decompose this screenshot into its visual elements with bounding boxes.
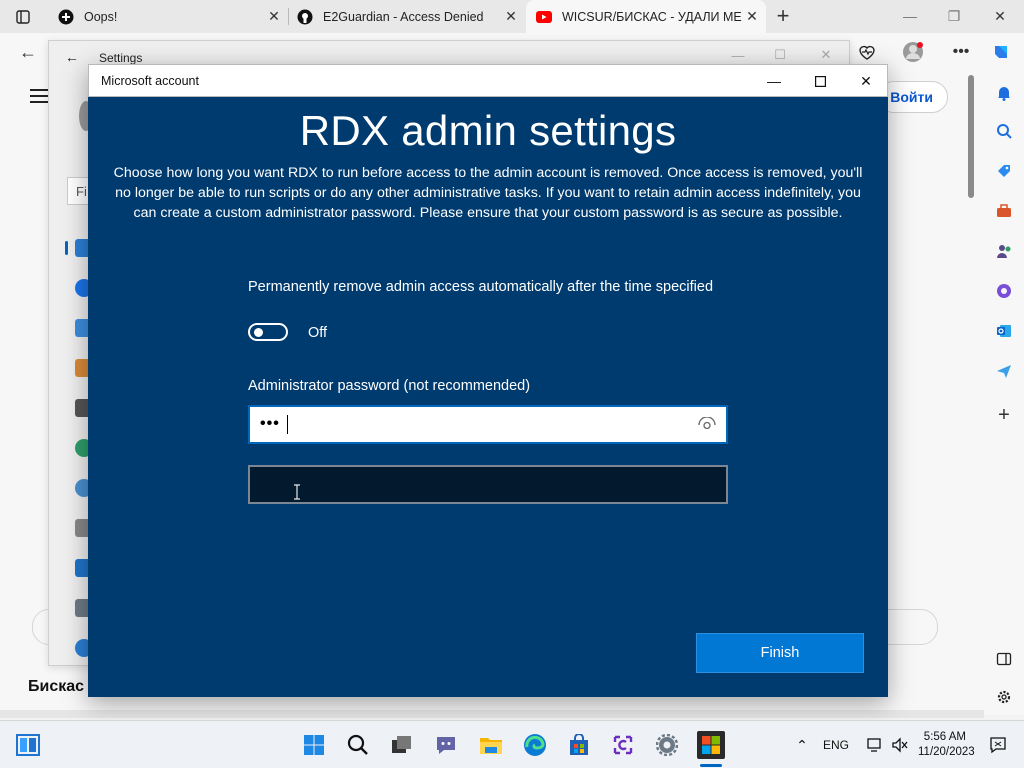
toggle-knob [254, 328, 263, 337]
taskbar-clock[interactable]: 5:56 AM 11/20/2023 [918, 730, 975, 760]
language-indicator[interactable]: ENG [823, 738, 849, 752]
minimize-button[interactable]: — [896, 5, 924, 27]
settings-maximize-button[interactable]: ☐ [765, 44, 795, 66]
microsoft-account-dialog: Microsoft account — ✕ RDX admin settings… [88, 64, 888, 697]
page-scrollbar[interactable] [968, 75, 974, 198]
sign-in-button[interactable]: Войти [878, 81, 948, 113]
back-button[interactable]: ← [13, 37, 43, 67]
dialog-titlebar: Microsoft account — ✕ [88, 64, 888, 97]
settings-icon[interactable] [653, 731, 681, 759]
show-hidden-icons-icon[interactable]: ⌃ [788, 731, 816, 759]
tab-close-icon[interactable]: ✕ [266, 8, 282, 24]
copilot-icon[interactable] [986, 37, 1016, 67]
tab-title: E2Guardian - Access Denied [323, 9, 484, 24]
new-tab-button[interactable]: + [772, 3, 794, 28]
tools-icon[interactable] [992, 199, 1016, 223]
profile-avatar[interactable] [898, 37, 928, 67]
settings-back-button[interactable]: ← [65, 49, 79, 65]
tab-close-icon[interactable]: ✕ [744, 8, 760, 24]
confirm-password-input[interactable] [248, 465, 728, 504]
close-window-button[interactable]: ✕ [986, 5, 1014, 27]
clock-date: 11/20/2023 [918, 746, 975, 758]
youtube-icon [536, 10, 552, 23]
start-icon[interactable] [300, 731, 328, 759]
toggle-state-text: Off [308, 325, 328, 341]
settings-search-text: Fi [76, 184, 87, 199]
sidebar-settings-icon[interactable] [992, 685, 1016, 709]
tab-actions-icon[interactable] [10, 6, 36, 28]
more-menu-icon[interactable]: ••• [946, 37, 976, 67]
settings-close-button[interactable]: ✕ [811, 44, 841, 66]
taskbar: ⌃ ENG 5:56 AM 11/20/2023 [0, 720, 1024, 768]
tab-strip: Oops! ✕ E2Guardian - Access Denied ✕ WIC… [0, 0, 1024, 33]
microsoft-icon[interactable] [697, 731, 725, 759]
github-icon [297, 9, 313, 25]
password-masked-value: ••• [260, 415, 280, 432]
task-view-icon[interactable] [388, 731, 416, 759]
tab-title: WICSUR/БИСКАС - УДАЛИ МЕН [562, 9, 742, 24]
restore-button[interactable]: ❐ [940, 5, 968, 27]
notification-center-icon[interactable] [984, 731, 1012, 759]
edge-icon[interactable] [521, 731, 549, 759]
search-icon[interactable] [344, 731, 372, 759]
tab-title: Oops! [84, 9, 118, 24]
clock-time: 5:56 AM [923, 731, 966, 743]
tab-favicon-icon [58, 9, 74, 25]
outlook-icon[interactable] [992, 319, 1016, 343]
hamburger-menu-icon[interactable] [30, 89, 48, 103]
teams-chat-icon[interactable] [432, 731, 460, 759]
tab-e2guardian[interactable]: E2Guardian - Access Denied ✕ [289, 0, 525, 33]
widgets-icon[interactable] [14, 731, 42, 759]
games-icon[interactable] [992, 239, 1016, 263]
settings-title: Settings [99, 51, 143, 65]
search-icon[interactable] [992, 119, 1016, 143]
dialog-maximize-button[interactable] [805, 69, 835, 93]
tab-oops[interactable]: Oops! ✕ [50, 0, 288, 33]
auto-remove-toggle[interactable] [248, 323, 288, 341]
tab-close-icon[interactable]: ✕ [503, 8, 519, 24]
active-app-indicator [700, 764, 722, 767]
settings-nav-selected-indicator [65, 241, 68, 255]
tab-youtube[interactable]: WICSUR/БИСКАС - УДАЛИ МЕН ✕ [526, 0, 766, 33]
reveal-password-icon[interactable] [698, 416, 716, 431]
sign-in-label: Войти [890, 89, 933, 105]
send-icon[interactable] [992, 359, 1016, 383]
text-caret [287, 415, 288, 434]
add-sidebar-app-icon[interactable]: + [992, 403, 1016, 427]
store-icon[interactable] [565, 731, 593, 759]
volume-muted-icon[interactable] [886, 731, 914, 759]
ibeam-cursor-icon [292, 484, 302, 500]
dialog-body: RDX admin settings Choose how long you w… [88, 97, 888, 697]
split-screen-icon[interactable] [992, 647, 1016, 671]
dialog-minimize-button[interactable]: — [759, 69, 789, 93]
settings-search-input[interactable]: Fi [67, 177, 89, 205]
admin-password-input[interactable]: ••• [248, 405, 728, 444]
file-explorer-icon[interactable] [477, 731, 505, 759]
dialog-description: Choose how long you want RDX to run befo… [113, 165, 863, 221]
clipchamp-icon[interactable] [609, 731, 637, 759]
settings-minimize-button[interactable]: — [723, 44, 753, 66]
page-bottom-strip [0, 710, 984, 718]
edge-sidebar: + [984, 71, 1024, 715]
microsoft365-icon[interactable] [992, 279, 1016, 303]
shopping-icon[interactable] [992, 159, 1016, 183]
channel-name[interactable]: Бискас [28, 678, 84, 696]
auto-remove-toggle-label: Permanently remove admin access automati… [248, 279, 714, 295]
finish-button[interactable]: Finish [696, 633, 864, 673]
admin-password-label: Administrator password (not recommended) [248, 378, 531, 394]
browser-essentials-icon[interactable] [852, 37, 882, 67]
notifications-icon[interactable] [992, 81, 1016, 105]
finish-button-label: Finish [760, 645, 800, 661]
dialog-close-button[interactable]: ✕ [851, 69, 881, 93]
dialog-heading: RDX admin settings [299, 107, 677, 154]
dialog-window-title: Microsoft account [101, 74, 199, 88]
